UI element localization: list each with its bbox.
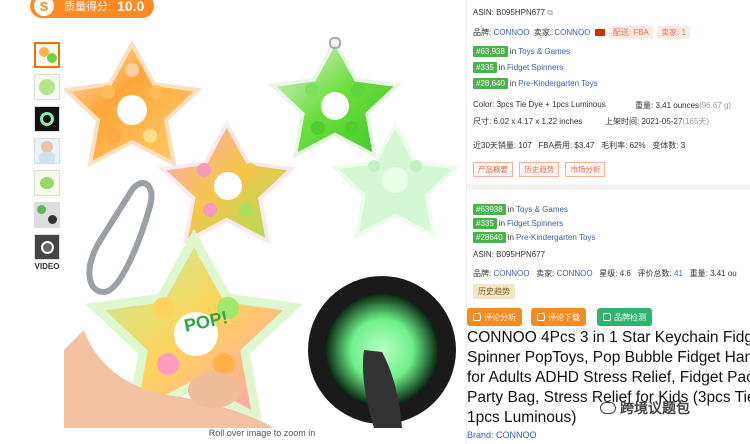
thumbnail-4[interactable] (34, 138, 60, 164)
history-trend-button-2[interactable]: 历史趋势 (473, 284, 515, 299)
thumbnail-3[interactable] (34, 106, 60, 132)
thumbnail-list: VIDEO (34, 42, 60, 271)
brand-seller-row: 品牌: CONNOO 卖家: CONNOO 配送: FBA 卖家: 1 (473, 26, 691, 39)
asin2-value: B095HPN677 (496, 250, 546, 259)
product-info-panel: ASIN: B095HPN677 ⧉ 品牌: CONNOO 卖家: CONNOO… (466, 0, 750, 444)
brand2-link[interactable]: CONNOO (493, 269, 529, 278)
main-product-image[interactable]: POP! (64, 30, 460, 428)
rank-category-link[interactable]: Toys & Games (518, 47, 570, 56)
asin2-row: ASIN: B095HPN677 (473, 250, 546, 259)
sales-row: 近30天销量: 107 FBA费用: $3.47 毛利率: 62% 变体数: 3 (473, 141, 686, 150)
rank-category-link[interactable]: Pre-Kindergarten Toys (518, 79, 597, 88)
brand-line-link[interactable]: Brand: CONNOO (467, 430, 537, 440)
brand2-row: 品牌: CONNOO 卖家: CONNOO 星级: 4.6 评价总数: 41 重… (473, 269, 737, 278)
zoom-hint: Roll over image to zoom in (208, 428, 316, 438)
history-trend-button[interactable]: 历史趋势 (519, 162, 560, 177)
stars-value: 4.6 (619, 269, 631, 278)
score-logo-icon: S (34, 0, 54, 16)
download-icon (537, 313, 545, 321)
rank-category-link[interactable]: Fidget Spinners (507, 219, 563, 228)
margin-value: 62% (629, 141, 646, 150)
section-divider (467, 184, 750, 190)
rank2-row-3: #28640 in Pre-Kindergarten Toys (473, 232, 595, 243)
wechat-icon (600, 402, 616, 414)
watermark: 跨境议题包 (600, 398, 690, 418)
thumbnail-5[interactable] (34, 170, 60, 196)
brand-check-button[interactable]: 品牌检测 (597, 308, 652, 326)
market-analysis-button[interactable]: 市场分析 (565, 162, 606, 177)
review-download-button[interactable]: 评论下载 (531, 308, 586, 326)
video-label: VIDEO (34, 262, 60, 271)
history-row: 历史趋势 (473, 284, 515, 299)
seller2-link[interactable]: CONNOO (557, 269, 593, 278)
rank-row-2: #335 in Fidget Spinners (473, 62, 563, 73)
sales-value: 107 (518, 141, 532, 150)
fba-value: $3.47 (574, 141, 595, 150)
thumbnail-2[interactable] (34, 74, 60, 100)
rank-category-link[interactable]: Fidget Spinners (507, 63, 563, 72)
asin-row: ASIN: B095HPN677 ⧉ (473, 8, 554, 17)
date-value: 2021-05-27 (641, 117, 683, 126)
color-weight-row: Color: 3pcs Tie Dye + 1pcs Luminous 重量: … (473, 100, 732, 110)
weight-value: 3.41 ounces (655, 101, 700, 110)
brand-check-icon (603, 313, 611, 321)
tool-buttons-row: 产品概要 历史趋势 市场分析 (473, 162, 609, 177)
variants-value: 3 (680, 141, 686, 150)
asin-value: B095HPN677 (496, 8, 546, 17)
rank-category-link[interactable]: Toys & Games (516, 205, 568, 214)
size-date-row: 尺寸: 6.02 x 4.17 x 1.22 inches 上架时间: 2021… (473, 117, 710, 126)
color-value: 3pcs Tie Dye + 1pcs Luminous (496, 100, 606, 109)
rank2-row-1: #63938 in Toys & Games (473, 204, 568, 215)
score-value: 10.0 (117, 0, 145, 14)
weight2-value: 3.41 ou (710, 269, 737, 278)
thumbnail-video[interactable] (34, 234, 60, 260)
copy-icon[interactable]: ⧉ (547, 8, 553, 17)
sellers-count-tag: 卖家: 1 (657, 26, 691, 39)
thumbnail-6[interactable] (34, 202, 60, 228)
score-label: 质量得分: (64, 1, 112, 13)
rank2-row-2: #335 in Fidget Spinners (473, 218, 563, 229)
delivery-tag: 配送: FBA (608, 26, 653, 39)
review-analysis-button[interactable]: 评论分析 (467, 308, 522, 326)
quality-score-badge: S 质量得分: 10.0 (30, 0, 154, 18)
product-overview-button[interactable]: 产品概要 (473, 162, 513, 177)
seller-link[interactable]: CONNOO (554, 28, 590, 37)
rank-row-1: #63,938 in Toys & Games (473, 46, 570, 57)
brand-link[interactable]: CONNOO (493, 28, 529, 37)
size-value: 6.02 x 4.17 x 1.22 inches (493, 117, 583, 126)
reviews-link[interactable]: 41 (674, 269, 683, 278)
china-flag-icon (594, 29, 605, 37)
thumbnail-1[interactable] (34, 42, 60, 68)
rank-row-3: #28,640 in Pre-Kindergarten Toys (473, 78, 598, 89)
review-analysis-icon (473, 313, 481, 321)
rank-category-link[interactable]: Pre-Kindergarten Toys (516, 233, 595, 242)
